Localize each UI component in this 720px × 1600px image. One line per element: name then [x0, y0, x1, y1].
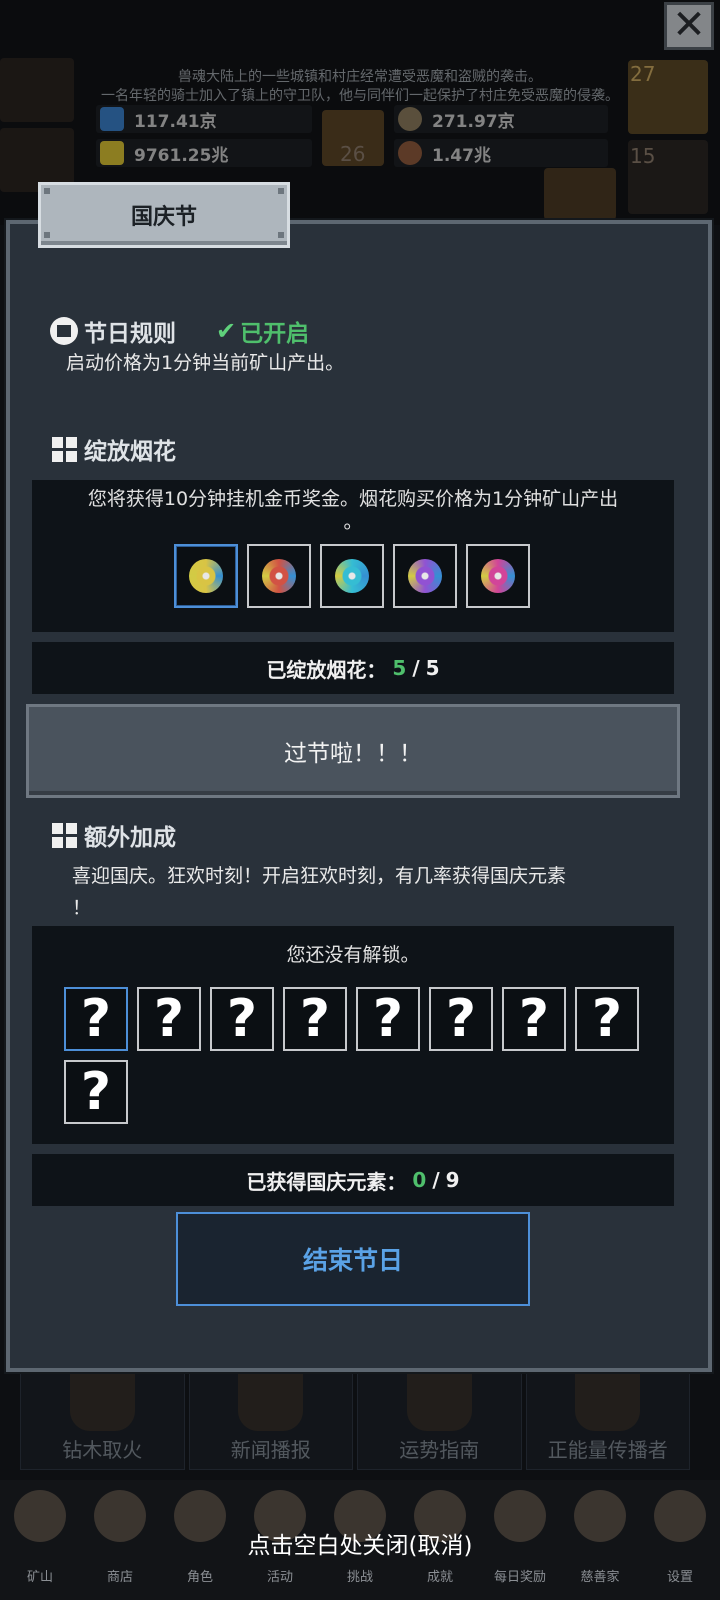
end-festival-button[interactable]: 结束节日 — [176, 1212, 530, 1306]
fireworks-heading-text: 绽放烟花 — [84, 439, 176, 465]
nav-label: 设置 — [666, 1570, 693, 1585]
status-badge: ✔ 已开启 — [216, 314, 309, 348]
firework-slots — [174, 544, 530, 608]
elements-count-sep: / — [432, 1168, 440, 1192]
bonus-description: 喜迎国庆。狂欢时刻！开启狂欢时刻，有几率获得国庆元素 ！ — [72, 860, 566, 924]
elements-count: 已获得国庆元素： 0 / 9 — [32, 1154, 674, 1206]
fireworks-count: 已绽放烟花： 5 / 5 — [32, 642, 674, 694]
locked-element-slot[interactable]: ? — [429, 987, 493, 1051]
rivet — [278, 232, 284, 238]
party-button[interactable]: 过节啦！！！ — [26, 704, 680, 798]
check-icon: ✔ — [216, 317, 237, 345]
firework-icon — [335, 559, 369, 593]
fireworks-description: 您将获得10分钟挂机金币奖金。烟花购买价格为1分钟矿山产出 。 — [32, 480, 674, 533]
firework-slot[interactable] — [320, 544, 384, 608]
nav-label: 慈善家 — [580, 1570, 620, 1585]
firework-icon — [481, 559, 515, 593]
fireworks-panel: 您将获得10分钟挂机金币奖金。烟花购买价格为1分钟矿山产出 。 — [32, 480, 674, 632]
nav-label: 每日奖励 — [493, 1570, 546, 1585]
elements-count-current: 0 — [412, 1168, 427, 1192]
rules-heading: 节日规则 ✔ 已开启 — [50, 314, 309, 348]
nav-label: 活动 — [266, 1570, 293, 1585]
nav-label: 商店 — [106, 1570, 133, 1585]
locked-element-slot[interactable]: ? — [502, 987, 566, 1051]
grid-icon — [50, 821, 78, 849]
close-hint[interactable]: 点击空白处关闭(取消) — [0, 1526, 720, 1560]
nav-label: 成就 — [426, 1570, 453, 1585]
fireworks-count-total: 5 — [425, 656, 440, 680]
rivet — [278, 188, 284, 194]
firework-slot[interactable] — [174, 544, 238, 608]
firework-slot[interactable] — [393, 544, 457, 608]
rivet — [44, 232, 50, 238]
rules-heading-text: 节日规则 — [84, 321, 176, 347]
fireworks-count-label: 已绽放烟花： — [266, 657, 387, 682]
locked-text: 您还没有解锁。 — [286, 944, 420, 966]
bonus-desc-line-1: 喜迎国庆。狂欢时刻！开启狂欢时刻，有几率获得国庆元素 — [72, 865, 567, 887]
rivet — [44, 188, 50, 194]
fireworks-count-current: 5 — [392, 656, 407, 680]
locked-element-slot[interactable]: ? — [356, 987, 420, 1051]
nav-label: 角色 — [186, 1570, 213, 1585]
grid-icon — [50, 435, 78, 463]
status-text: 已开启 — [240, 321, 310, 347]
element-slots-row-1: ? ? ? ? ? ? ? ? — [64, 987, 639, 1051]
firework-slot[interactable] — [247, 544, 311, 608]
bonus-heading-text: 额外加成 — [84, 825, 176, 851]
fireworks-desc-line-1: 您将获得10分钟挂机金币奖金。烟花购买价格为1分钟矿山产出 — [87, 488, 619, 510]
firework-icon — [262, 559, 296, 593]
fireworks-heading: 绽放烟花 — [50, 432, 176, 466]
elements-count-total: 9 — [445, 1168, 460, 1192]
locked-element-slot[interactable]: ? — [64, 987, 128, 1051]
locked-element-slot[interactable]: ? — [137, 987, 201, 1051]
rules-description: 启动价格为1分钟当前矿山产出。 — [66, 352, 345, 374]
firework-icon — [189, 559, 223, 593]
element-slots-row-2: ? — [64, 1060, 128, 1124]
elements-count-label: 已获得国庆元素： — [246, 1169, 407, 1194]
nav-label: 矿山 — [26, 1570, 53, 1585]
fireworks-count-sep: / — [412, 656, 420, 680]
bonus-heading: 额外加成 — [50, 818, 176, 852]
locked-element-slot[interactable]: ? — [283, 987, 347, 1051]
locked-element-slot[interactable]: ? — [575, 987, 639, 1051]
modal-title: 国庆节 — [130, 205, 197, 230]
fireworks-desc-line-2: 。 — [343, 511, 363, 533]
locked-element-slot[interactable]: ? — [210, 987, 274, 1051]
firework-icon — [408, 559, 442, 593]
locked-element-slot[interactable]: ? — [64, 1060, 128, 1124]
firework-slot[interactable] — [466, 544, 530, 608]
bonus-desc-line-2: ！ — [72, 897, 92, 919]
nav-label: 挑战 — [346, 1570, 373, 1585]
home-icon — [50, 317, 78, 345]
bonus-panel: 您还没有解锁。 ? ? ? ? ? ? ? ? ? — [32, 926, 674, 1144]
modal-title-tab: 国庆节 — [38, 182, 290, 248]
